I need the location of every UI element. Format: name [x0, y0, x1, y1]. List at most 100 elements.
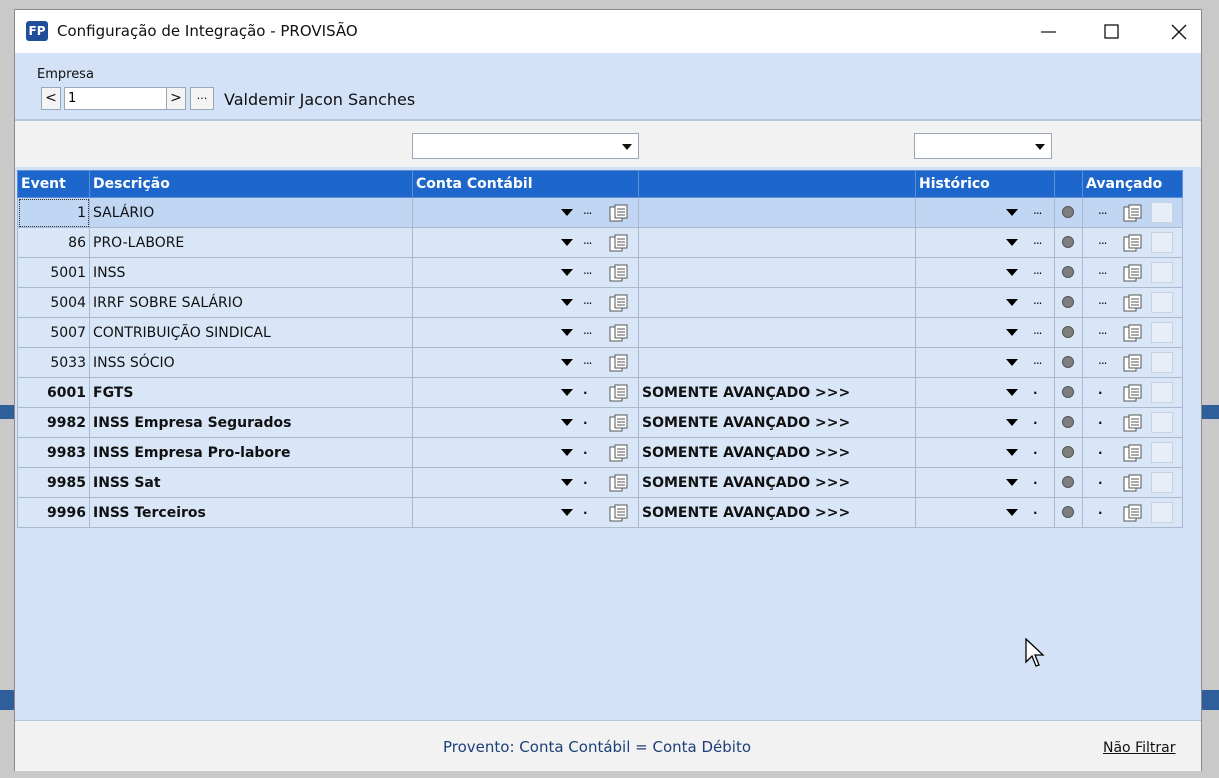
copy-icon[interactable]	[609, 504, 629, 526]
historico-cell[interactable]: .	[915, 467, 1055, 498]
conta-contabil-cell[interactable]: .	[412, 437, 639, 468]
historico-lookup-button[interactable]: .	[1033, 383, 1037, 397]
conta-contabil-cell[interactable]: .	[412, 467, 639, 498]
dropdown-arrow-icon[interactable]	[561, 509, 573, 516]
avancado-lookup-button[interactable]: ...	[1098, 353, 1108, 367]
description-cell[interactable]: CONTRIBUIÇÃO SINDICAL	[89, 317, 413, 348]
event-code-cell[interactable]: 5007	[17, 317, 90, 348]
description-cell[interactable]: INSS Terceiros	[89, 497, 413, 528]
avancado-cell[interactable]: ...	[1082, 197, 1183, 228]
dropdown-arrow-icon[interactable]	[1006, 479, 1018, 486]
empresa-next-button[interactable]: >	[166, 87, 186, 110]
dropdown-arrow-icon[interactable]	[1006, 389, 1018, 396]
copy-icon[interactable]	[609, 474, 629, 496]
header-descricao[interactable]: Descrição	[89, 170, 413, 198]
conta-contabil-cell[interactable]: ...	[412, 227, 639, 258]
avancado-lookup-button[interactable]: .	[1098, 473, 1102, 487]
event-code-cell[interactable]: 86	[17, 227, 90, 258]
historico-lookup-button[interactable]: ...	[1033, 323, 1043, 337]
avancado-checkbox[interactable]	[1151, 412, 1173, 433]
historico-cell[interactable]: .	[915, 377, 1055, 408]
description-cell[interactable]: INSS	[89, 257, 413, 288]
conta-contabil-cell[interactable]: .	[412, 497, 639, 528]
copy-icon[interactable]	[609, 444, 629, 466]
copy-icon[interactable]	[1123, 474, 1143, 496]
dropdown-arrow-icon[interactable]	[1006, 299, 1018, 306]
conta-contabil-cell[interactable]: ...	[412, 257, 639, 288]
avancado-cell[interactable]: ...	[1082, 257, 1183, 288]
avancado-checkbox[interactable]	[1151, 322, 1173, 343]
copy-icon[interactable]	[1123, 294, 1143, 316]
copy-icon[interactable]	[1123, 234, 1143, 256]
dropdown-arrow-icon[interactable]	[561, 359, 573, 366]
conta-lookup-button[interactable]: .	[583, 473, 587, 487]
historico-filter-combo[interactable]	[914, 133, 1052, 159]
table-row[interactable]: 9982 INSS Empresa Segurados. SOMENTE AVANÇ…	[17, 407, 1183, 438]
conta-contabil-cell[interactable]: ...	[412, 287, 639, 318]
description-cell[interactable]: PRO-LABORE	[89, 227, 413, 258]
event-code-cell[interactable]: 9985	[17, 467, 90, 498]
dropdown-arrow-icon[interactable]	[1006, 509, 1018, 516]
copy-icon[interactable]	[1123, 264, 1143, 286]
avancado-checkbox[interactable]	[1151, 442, 1173, 463]
historico-cell[interactable]: ...	[915, 227, 1055, 258]
avancado-checkbox[interactable]	[1151, 232, 1173, 253]
header-historico[interactable]: Histórico	[915, 170, 1055, 198]
historico-lookup-button[interactable]: ...	[1033, 353, 1043, 367]
empresa-code-input[interactable]: 1	[64, 87, 170, 110]
avancado-checkbox[interactable]	[1151, 352, 1173, 373]
minimize-button[interactable]	[1025, 10, 1071, 53]
event-code-cell[interactable]: 6001	[17, 377, 90, 408]
historico-lookup-button[interactable]: ...	[1033, 293, 1043, 307]
conta-contabil-cell[interactable]: ...	[412, 317, 639, 348]
copy-icon[interactable]	[609, 324, 629, 346]
table-row[interactable]: 9983 INSS Empresa Pro-labore. SOMENTE AVAN…	[17, 437, 1183, 468]
avancado-cell[interactable]: ...	[1082, 227, 1183, 258]
copy-icon[interactable]	[1123, 414, 1143, 436]
table-row[interactable]: 9996 INSS Terceiros. SOMENTE AVANÇADO >>>.…	[17, 497, 1183, 528]
avancado-lookup-button[interactable]: ...	[1098, 203, 1108, 217]
conta-lookup-button[interactable]: .	[583, 503, 587, 517]
copy-icon[interactable]	[609, 264, 629, 286]
avancado-lookup-button[interactable]: .	[1098, 443, 1102, 457]
historico-cell[interactable]: .	[915, 437, 1055, 468]
dropdown-arrow-icon[interactable]	[1006, 449, 1018, 456]
conta-lookup-button[interactable]: .	[583, 413, 587, 427]
avancado-cell[interactable]: ...	[1082, 347, 1183, 378]
historico-lookup-button[interactable]: .	[1033, 443, 1037, 457]
table-row[interactable]: 1 SALÁRIO.........	[17, 197, 1183, 228]
avancado-lookup-button[interactable]: .	[1098, 413, 1102, 427]
conta-filter-combo[interactable]	[412, 133, 639, 159]
empresa-lookup-button[interactable]: ···	[190, 87, 214, 110]
copy-icon[interactable]	[609, 204, 629, 226]
description-cell[interactable]: SALÁRIO	[89, 197, 413, 228]
dropdown-arrow-icon[interactable]	[561, 299, 573, 306]
copy-icon[interactable]	[1123, 444, 1143, 466]
copy-icon[interactable]	[609, 234, 629, 256]
table-row[interactable]: 5001 INSS.........	[17, 257, 1183, 288]
conta-lookup-button[interactable]: ...	[583, 293, 593, 307]
copy-icon[interactable]	[609, 384, 629, 406]
historico-cell[interactable]: ...	[915, 257, 1055, 288]
avancado-checkbox[interactable]	[1151, 292, 1173, 313]
header-conta-contabil[interactable]: Conta Contábil	[412, 170, 639, 198]
historico-lookup-button[interactable]: .	[1033, 413, 1037, 427]
close-button[interactable]	[1155, 10, 1201, 53]
event-code-cell[interactable]: 9982	[17, 407, 90, 438]
table-row[interactable]: 6001 FGTS. SOMENTE AVANÇADO >>>..	[17, 377, 1183, 408]
historico-lookup-button[interactable]: .	[1033, 503, 1037, 517]
historico-lookup-button[interactable]: ...	[1033, 263, 1043, 277]
header-event[interactable]: Event	[17, 170, 90, 198]
avancado-checkbox[interactable]	[1151, 472, 1173, 493]
dropdown-arrow-icon[interactable]	[1006, 359, 1018, 366]
copy-icon[interactable]	[609, 354, 629, 376]
historico-cell[interactable]: ...	[915, 197, 1055, 228]
table-row[interactable]: 9985 INSS Sat. SOMENTE AVANÇADO >>>..	[17, 467, 1183, 498]
dropdown-arrow-icon[interactable]	[561, 239, 573, 246]
event-code-cell[interactable]: 5004	[17, 287, 90, 318]
avancado-cell[interactable]: ...	[1082, 317, 1183, 348]
avancado-cell[interactable]: .	[1082, 377, 1183, 408]
conta-lookup-button[interactable]: .	[583, 383, 587, 397]
copy-icon[interactable]	[1123, 324, 1143, 346]
copy-icon[interactable]	[1123, 504, 1143, 526]
